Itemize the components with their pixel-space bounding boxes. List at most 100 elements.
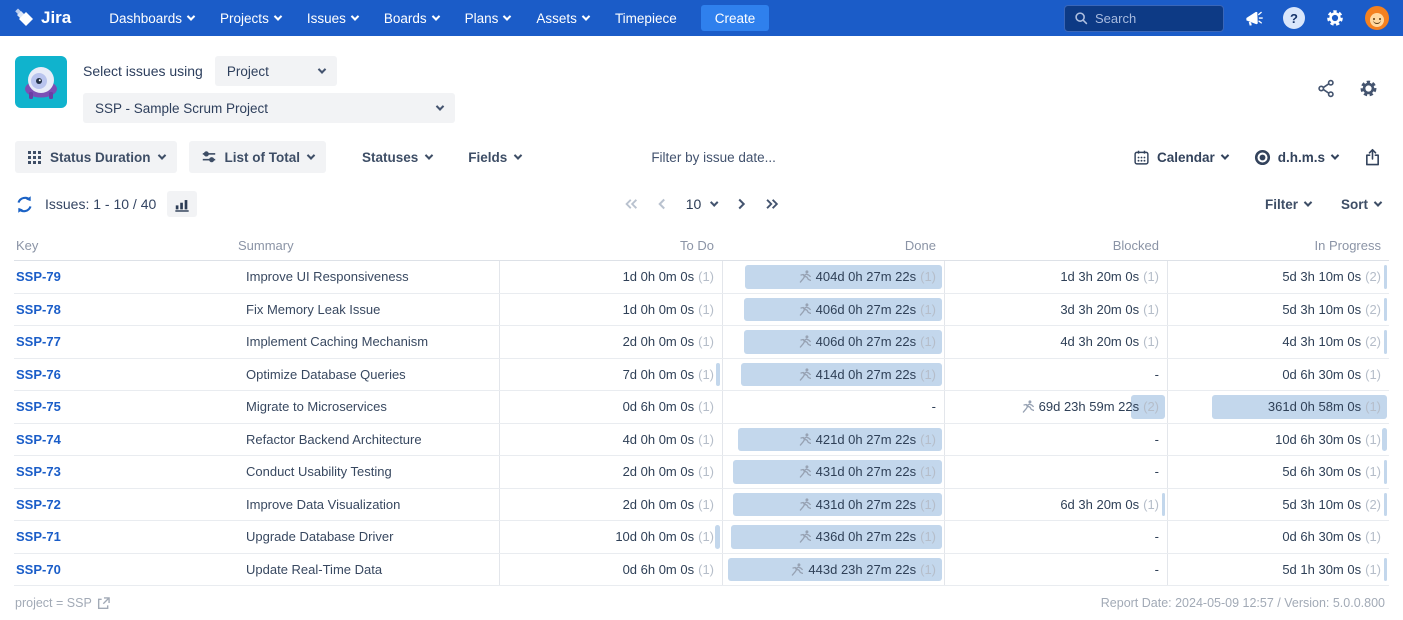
chevron-down-icon: [710, 198, 718, 206]
sliders-icon: [201, 149, 217, 165]
duration-count: (1): [920, 302, 936, 317]
create-button[interactable]: Create: [701, 5, 770, 31]
nav-item-projects[interactable]: Projects: [220, 11, 281, 26]
first-page-button[interactable]: [625, 198, 638, 210]
issue-key-link[interactable]: SSP-79: [14, 261, 236, 293]
issue-key-link[interactable]: SSP-74: [14, 424, 236, 456]
time-format-icon: [1254, 149, 1271, 166]
statuses-menu[interactable]: Statuses: [362, 150, 432, 165]
duration-value: 10d 6h 30m 0s: [1275, 432, 1361, 447]
filter-label: Filter: [1265, 197, 1298, 212]
issue-key-link[interactable]: SSP-72: [14, 489, 236, 521]
issue-key-link[interactable]: SSP-77: [14, 326, 236, 358]
duration-cell-blocked: 6d 3h 20m 0s(1): [944, 489, 1167, 521]
last-page-button[interactable]: [765, 198, 778, 210]
duration-value: 431d 0h 27m 22s: [816, 497, 916, 512]
time-format-select[interactable]: d.h.m.s: [1254, 149, 1338, 166]
duration-value: 361d 0h 58m 0s: [1268, 399, 1361, 414]
nav-item-label: Assets: [536, 11, 577, 26]
duration-bar: [1382, 428, 1387, 452]
pagination-row: Issues: 1 - 10 / 40 10 Filter Sort: [0, 177, 1403, 231]
duration-value: 1d 0h 0m 0s: [623, 302, 695, 317]
issue-date-filter-input[interactable]: [651, 150, 831, 165]
bar-chart-button[interactable]: [167, 191, 197, 217]
nav-item-assets[interactable]: Assets: [536, 11, 589, 26]
refresh-icon[interactable]: [15, 195, 34, 214]
duration-value: 436d 0h 27m 22s: [816, 529, 916, 544]
chevron-down-icon: [436, 102, 444, 110]
issue-key-link[interactable]: SSP-75: [14, 391, 236, 423]
view-type-button[interactable]: List of Total: [189, 141, 327, 173]
nav-item-plans[interactable]: Plans: [465, 11, 511, 26]
table-row: SSP-79Improve UI Responsiveness1d 0h 0m …: [14, 261, 1389, 294]
duration-bar: [1384, 558, 1387, 582]
view-type-label: List of Total: [225, 150, 301, 165]
column-header-done: Done: [722, 238, 944, 253]
duration-count: (1): [698, 529, 714, 544]
duration-bar: [1384, 493, 1387, 517]
duration-count: (1): [920, 334, 936, 349]
nav-item-label: Issues: [307, 11, 346, 26]
export-icon[interactable]: [1364, 148, 1381, 167]
jira-logo[interactable]: Jira: [14, 8, 71, 28]
issue-key-link[interactable]: SSP-76: [14, 359, 236, 391]
issue-key-link[interactable]: SSP-73: [14, 456, 236, 488]
issue-summary: Implement Caching Mechanism: [236, 326, 499, 358]
duration-cell-inprogress: 5d 3h 10m 0s(2): [1167, 261, 1389, 293]
duration-count: (1): [698, 464, 714, 479]
issue-source-select[interactable]: Project: [215, 56, 337, 86]
nav-item-timepiece[interactable]: Timepiece: [615, 11, 677, 26]
duration-count: (1): [1365, 367, 1381, 382]
nav-item-issues[interactable]: Issues: [307, 11, 358, 26]
duration-value: 5d 3h 10m 0s: [1282, 269, 1361, 284]
share-icon[interactable]: [1317, 79, 1336, 98]
status-duration-table: Key Summary To Do Done Blocked In Progre…: [14, 231, 1389, 586]
search-box[interactable]: [1064, 5, 1224, 32]
duration-value: -: [1155, 562, 1159, 577]
chevron-down-icon: [1374, 198, 1382, 206]
duration-value: 5d 3h 10m 0s: [1282, 302, 1361, 317]
calendar-select[interactable]: Calendar: [1133, 149, 1228, 166]
search-input[interactable]: [1095, 11, 1205, 26]
external-link-icon: [97, 597, 110, 610]
duration-cell-blocked: -: [944, 456, 1167, 488]
gear-icon[interactable]: [1325, 8, 1345, 28]
issue-key-link[interactable]: SSP-78: [14, 294, 236, 326]
user-avatar[interactable]: [1365, 6, 1389, 30]
report-type-button[interactable]: Status Duration: [15, 141, 177, 173]
issue-key-link[interactable]: SSP-71: [14, 521, 236, 553]
announcement-icon[interactable]: [1244, 9, 1263, 28]
duration-cell-todo: 4d 0h 0m 0s(1): [499, 424, 722, 456]
table-header-row: Key Summary To Do Done Blocked In Progre…: [14, 231, 1389, 261]
prev-page-button[interactable]: [658, 198, 666, 210]
project-select[interactable]: SSP - Sample Scrum Project: [83, 93, 455, 123]
help-icon[interactable]: ?: [1283, 7, 1305, 29]
table-row: SSP-71Upgrade Database Driver10d 0h 0m 0…: [14, 521, 1389, 554]
duration-count: (1): [1365, 562, 1381, 577]
duration-count: (2): [1365, 334, 1381, 349]
duration-cell-inprogress: 5d 3h 10m 0s(2): [1167, 489, 1389, 521]
issue-key-link[interactable]: SSP-70: [14, 554, 236, 586]
settings-gear-icon[interactable]: [1358, 78, 1379, 99]
sort-menu[interactable]: Sort: [1341, 197, 1381, 212]
page-size-select[interactable]: 10: [686, 196, 718, 212]
duration-cell-blocked: 69d 23h 59m 22s(2): [944, 391, 1167, 423]
duration-cell-todo: 10d 0h 0m 0s(1): [499, 521, 722, 553]
duration-count: (1): [1143, 302, 1159, 317]
runner-icon: [799, 530, 811, 543]
duration-value: 5d 6h 30m 0s: [1282, 464, 1361, 479]
fields-menu[interactable]: Fields: [468, 150, 521, 165]
jql-text: project = SSP: [15, 596, 92, 610]
duration-count: (2): [1365, 302, 1381, 317]
page-size-value: 10: [686, 196, 702, 212]
duration-count: (1): [920, 497, 936, 512]
duration-count: (1): [1143, 497, 1159, 512]
duration-count: (1): [1365, 432, 1381, 447]
column-header-key: Key: [14, 238, 236, 253]
nav-item-boards[interactable]: Boards: [384, 11, 439, 26]
jql-link[interactable]: project = SSP: [15, 596, 110, 610]
project-select-value: SSP - Sample Scrum Project: [95, 101, 268, 116]
nav-item-dashboards[interactable]: Dashboards: [109, 11, 194, 26]
next-page-button[interactable]: [737, 198, 745, 210]
filter-menu[interactable]: Filter: [1265, 197, 1311, 212]
